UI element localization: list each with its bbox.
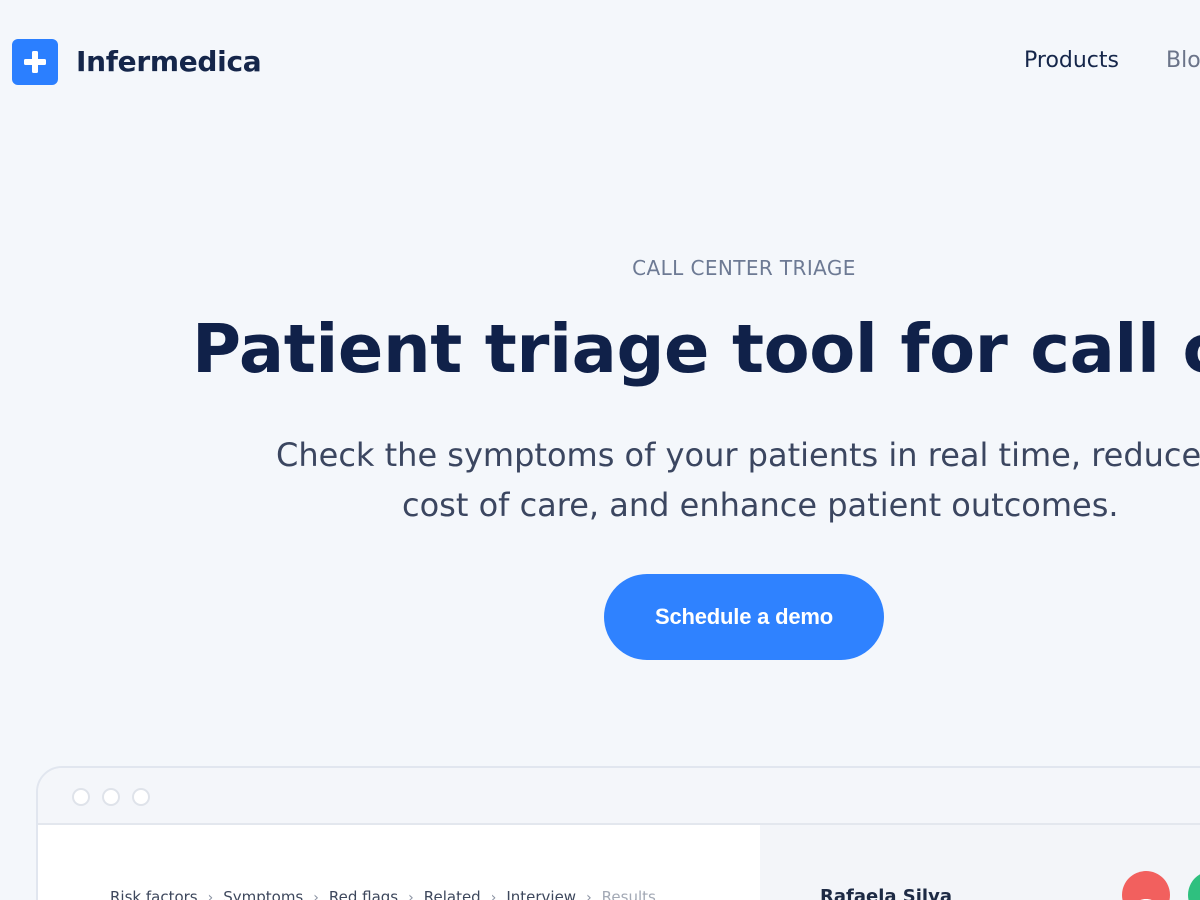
chevron-right-icon: › bbox=[207, 890, 214, 900]
hero-title: Patient triage tool for call cente bbox=[192, 310, 1200, 388]
window-dot bbox=[102, 788, 120, 806]
chevron-right-icon: › bbox=[313, 890, 319, 900]
chevron-right-icon: › bbox=[586, 890, 592, 900]
nav-blog[interactable]: Blo bbox=[1166, 46, 1200, 76]
window-title-bar bbox=[38, 768, 1200, 825]
plus-icon bbox=[24, 51, 46, 73]
window-dot bbox=[132, 788, 150, 806]
app-preview-window: Risk factors › Symptoms › Red flags › Related ›… bbox=[36, 766, 1200, 900]
hero-subtitle-line-2: cost of care, and enhance patient outcom… bbox=[402, 486, 1119, 524]
landing-page: Infermedica Products Blo CALL CENTER TRI… bbox=[0, 0, 1200, 900]
step-risk-factors[interactable]: Risk factors bbox=[110, 887, 198, 900]
step-results[interactable]: Results bbox=[602, 887, 656, 900]
patient-name: Rafaela Silva bbox=[820, 886, 952, 900]
logo-mark[interactable] bbox=[12, 39, 58, 85]
window-dot bbox=[72, 788, 90, 806]
hero-eyebrow: CALL CENTER TRIAGE bbox=[632, 256, 856, 280]
chevron-right-icon: › bbox=[408, 890, 414, 900]
step-red-flags[interactable]: Red flags bbox=[329, 887, 398, 900]
nav-products[interactable]: Products bbox=[1024, 46, 1119, 76]
phone-hangup-icon bbox=[1140, 899, 1152, 900]
end-call-button[interactable] bbox=[1122, 871, 1170, 900]
triage-steps-breadcrumb: Risk factors › Symptoms › Red flags › Related ›… bbox=[110, 887, 656, 900]
accept-call-button[interactable] bbox=[1188, 871, 1200, 900]
triage-panel: Risk factors › Symptoms › Red flags › Related ›… bbox=[38, 825, 760, 900]
brand-name[interactable]: Infermedica bbox=[76, 44, 262, 80]
step-related[interactable]: Related bbox=[424, 887, 481, 900]
hero-subtitle-line-1: Check the symptoms of your patients in r… bbox=[276, 436, 1200, 474]
call-panel: Rafaela Silva bbox=[760, 825, 1200, 900]
schedule-demo-button[interactable]: Schedule a demo bbox=[604, 574, 884, 660]
chevron-right-icon: › bbox=[490, 890, 497, 900]
step-symptoms[interactable]: Symptoms bbox=[223, 887, 303, 900]
step-interview[interactable]: Interview bbox=[506, 887, 576, 900]
